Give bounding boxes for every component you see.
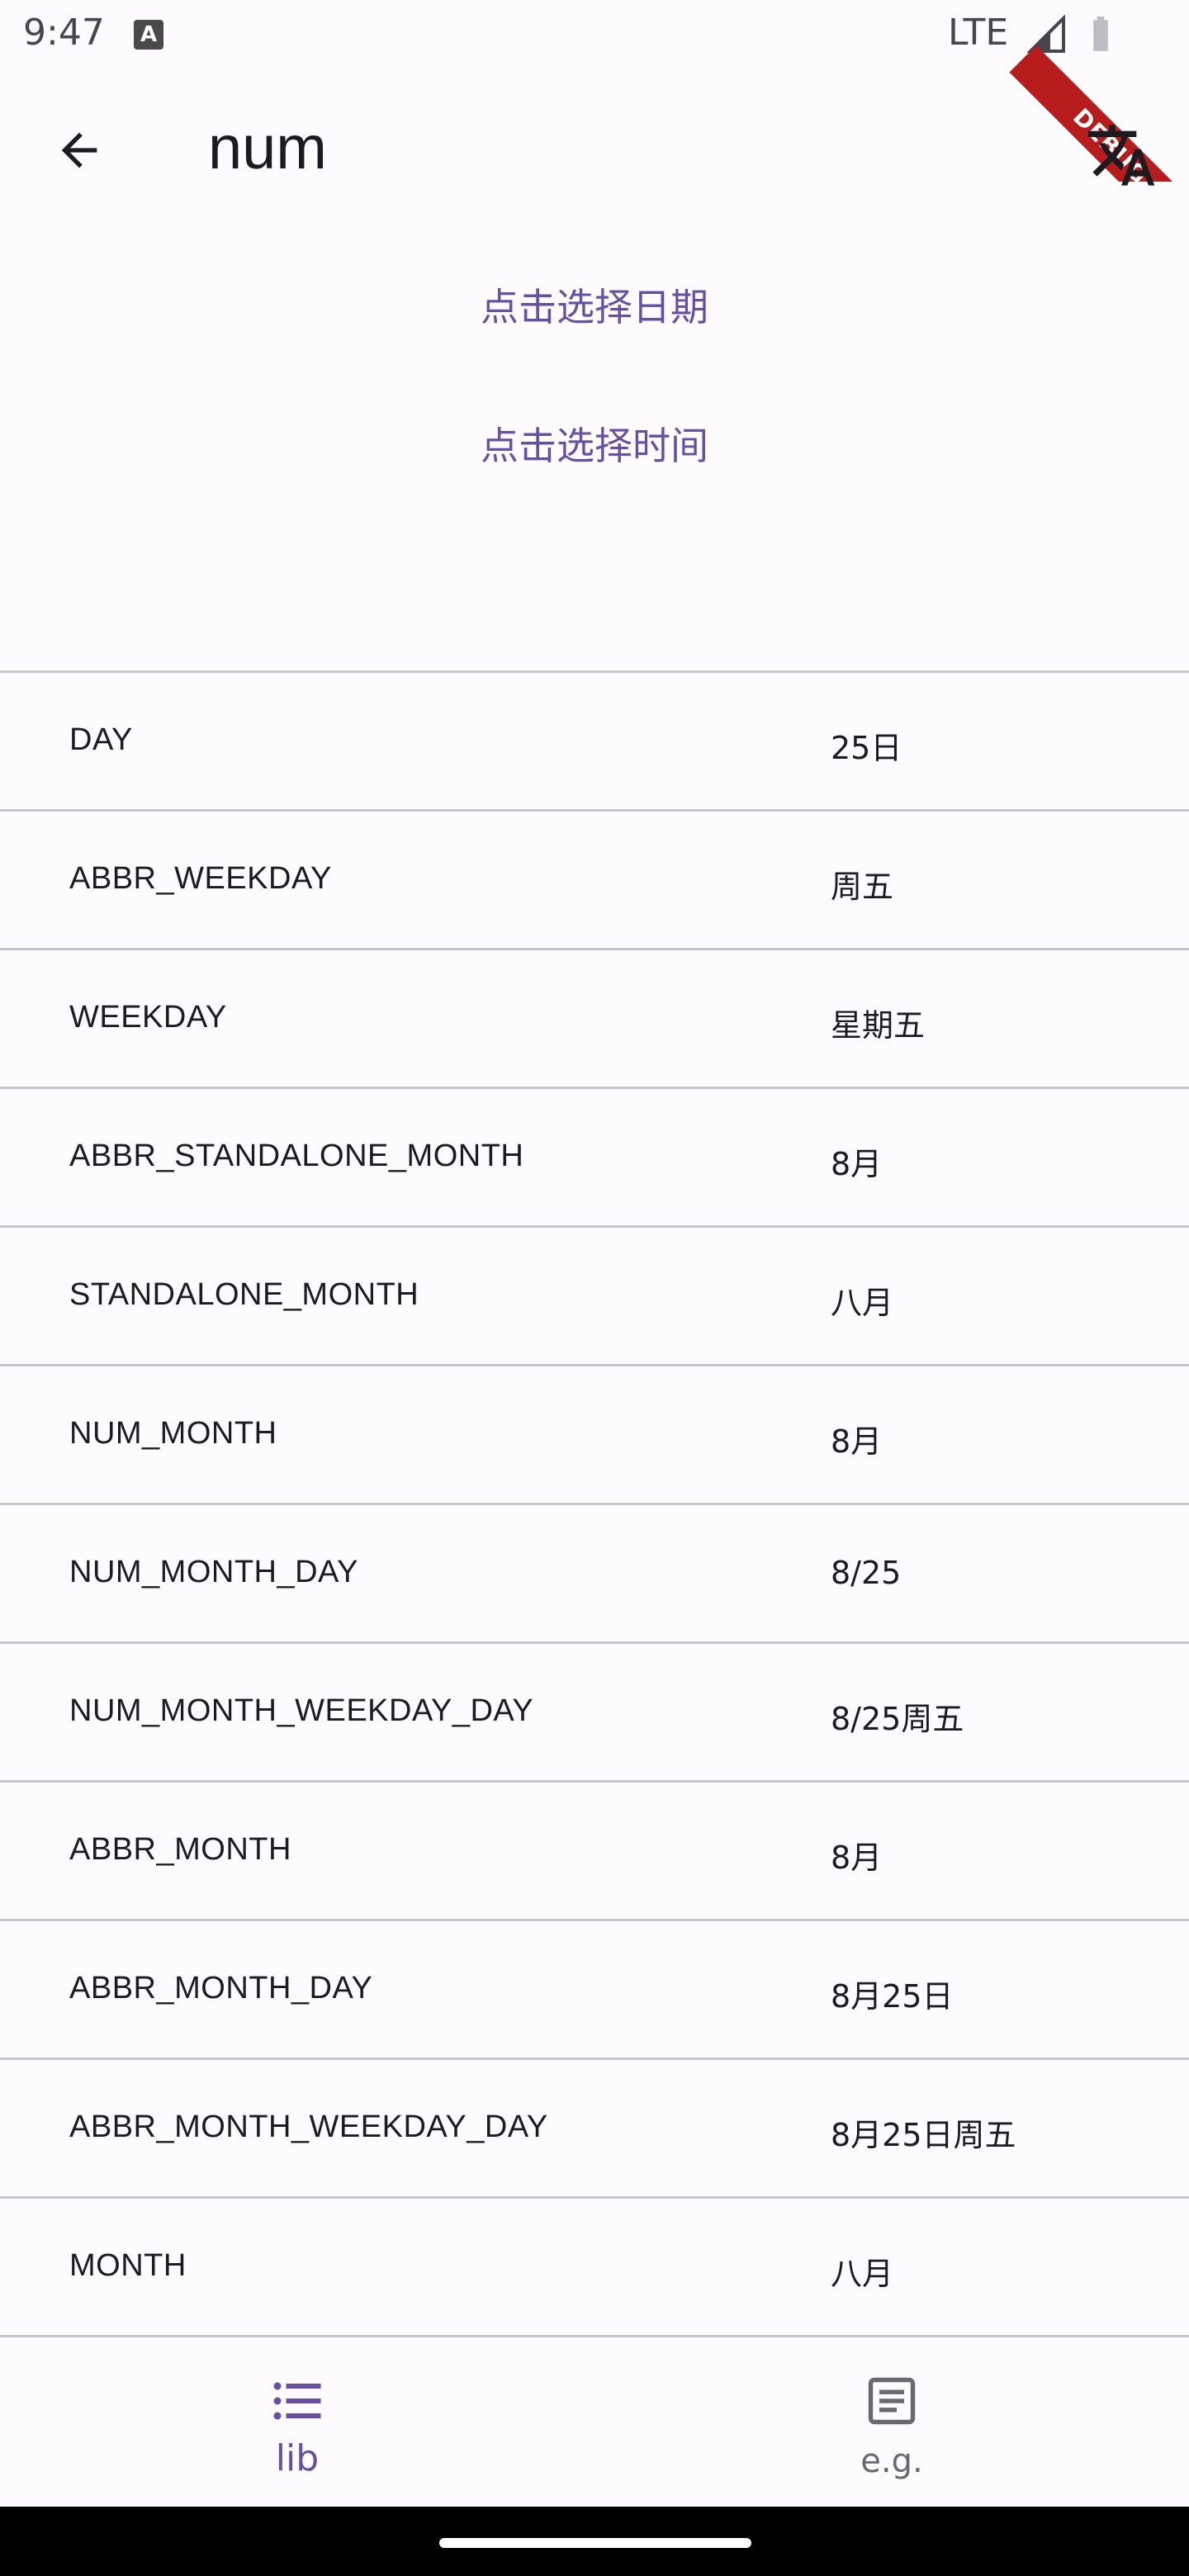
list-item[interactable]: DAY 25日	[0, 670, 1189, 809]
format-value: 星期五	[831, 1007, 926, 1044]
nav-item-eg[interactable]: e.g.	[594, 2338, 1189, 2507]
app-bar: num	[0, 69, 1189, 231]
format-key: ABBR_MONTH	[69, 1832, 291, 1867]
nav-label-lib: lib	[275, 2437, 320, 2479]
list-item[interactable]: ABBR_STANDALONE_MONTH 8月	[0, 1087, 1189, 1225]
format-value: 8月	[831, 1840, 883, 1876]
format-key: NUM_MONTH	[69, 1416, 277, 1451]
format-key: DAY	[69, 722, 133, 757]
format-value: 25日	[831, 730, 902, 766]
format-value: 8/25周五	[831, 1701, 964, 1737]
format-value: 8月	[831, 1146, 883, 1182]
list-item[interactable]: ABBR_MONTH_DAY 8月25日	[0, 1919, 1189, 2057]
format-key: ABBR_MONTH_WEEKDAY_DAY	[69, 2110, 548, 2144]
list-icon	[273, 2382, 321, 2420]
format-key: NUM_MONTH_WEEKDAY_DAY	[69, 1693, 534, 1728]
nav-item-lib[interactable]: lib	[0, 2338, 594, 2507]
pick-date-button[interactable]: 点击选择日期	[0, 277, 1189, 332]
battery-icon	[1093, 17, 1108, 51]
list-item[interactable]: MONTH 八月	[0, 2196, 1189, 2335]
home-handle[interactable]	[439, 2538, 751, 2548]
format-value: 8月25日	[831, 1978, 954, 2015]
format-value: 8/25	[831, 1555, 902, 1591]
format-value: 八月	[831, 1285, 894, 1321]
format-key: ABBR_STANDALONE_MONTH	[69, 1139, 524, 1173]
pick-time-button[interactable]: 点击选择时间	[0, 416, 1189, 471]
format-value: 8月25日周五	[831, 2117, 1016, 2153]
arrow-back-icon	[61, 132, 97, 168]
status-bar: 9:47 A LTE	[0, 0, 1189, 69]
format-list: DAY 25日 ABBR_WEEKDAY 周五 WEEKDAY 星期五 ABBR…	[0, 670, 1189, 2337]
format-key: WEEKDAY	[69, 1000, 227, 1035]
format-key: ABBR_WEEKDAY	[69, 861, 332, 896]
translate-icon	[1087, 125, 1155, 186]
format-key: NUM_MONTH_DAY	[69, 1555, 358, 1589]
format-value: 八月	[831, 2256, 894, 2292]
screen: 9:47 A LTE DEBUG num 点击选择日期 点击选择时间 DAY 2…	[0, 0, 1189, 2576]
format-value: 周五	[831, 869, 894, 905]
nav-label-eg: e.g.	[860, 2442, 923, 2480]
format-key: STANDALONE_MONTH	[69, 1277, 419, 1312]
format-key: MONTH	[69, 2248, 187, 2283]
back-button[interactable]	[40, 111, 119, 190]
status-time: 9:47	[23, 12, 105, 54]
list-item[interactable]: NUM_MONTH_DAY 8/25	[0, 1503, 1189, 1641]
page-title: num	[208, 113, 327, 182]
list-item[interactable]: STANDALONE_MONTH 八月	[0, 1225, 1189, 1364]
list-item[interactable]: ABBR_WEEKDAY 周五	[0, 809, 1189, 948]
signal-icon	[1027, 15, 1065, 53]
list-item[interactable]: NUM_MONTH_WEEKDAY_DAY 8/25周五	[0, 1641, 1189, 1780]
notification-a-icon: A	[134, 20, 163, 50]
list-item[interactable]: ABBR_MONTH 8月	[0, 1780, 1189, 1919]
system-gesture-bar	[0, 2507, 1189, 2576]
list-divider	[0, 2335, 1189, 2337]
network-type: LTE	[948, 12, 1009, 54]
format-key: ABBR_MONTH_DAY	[69, 1971, 373, 2005]
translate-button[interactable]	[1083, 117, 1159, 193]
bottom-navigation: lib e.g.	[0, 2338, 1189, 2507]
list-item[interactable]: ABBR_MONTH_WEEKDAY_DAY 8月25日周五	[0, 2057, 1189, 2196]
list-item[interactable]: WEEKDAY 星期五	[0, 948, 1189, 1087]
format-value: 8月	[831, 1423, 883, 1460]
article-icon	[868, 2377, 916, 2425]
list-item[interactable]: NUM_MONTH 8月	[0, 1364, 1189, 1503]
